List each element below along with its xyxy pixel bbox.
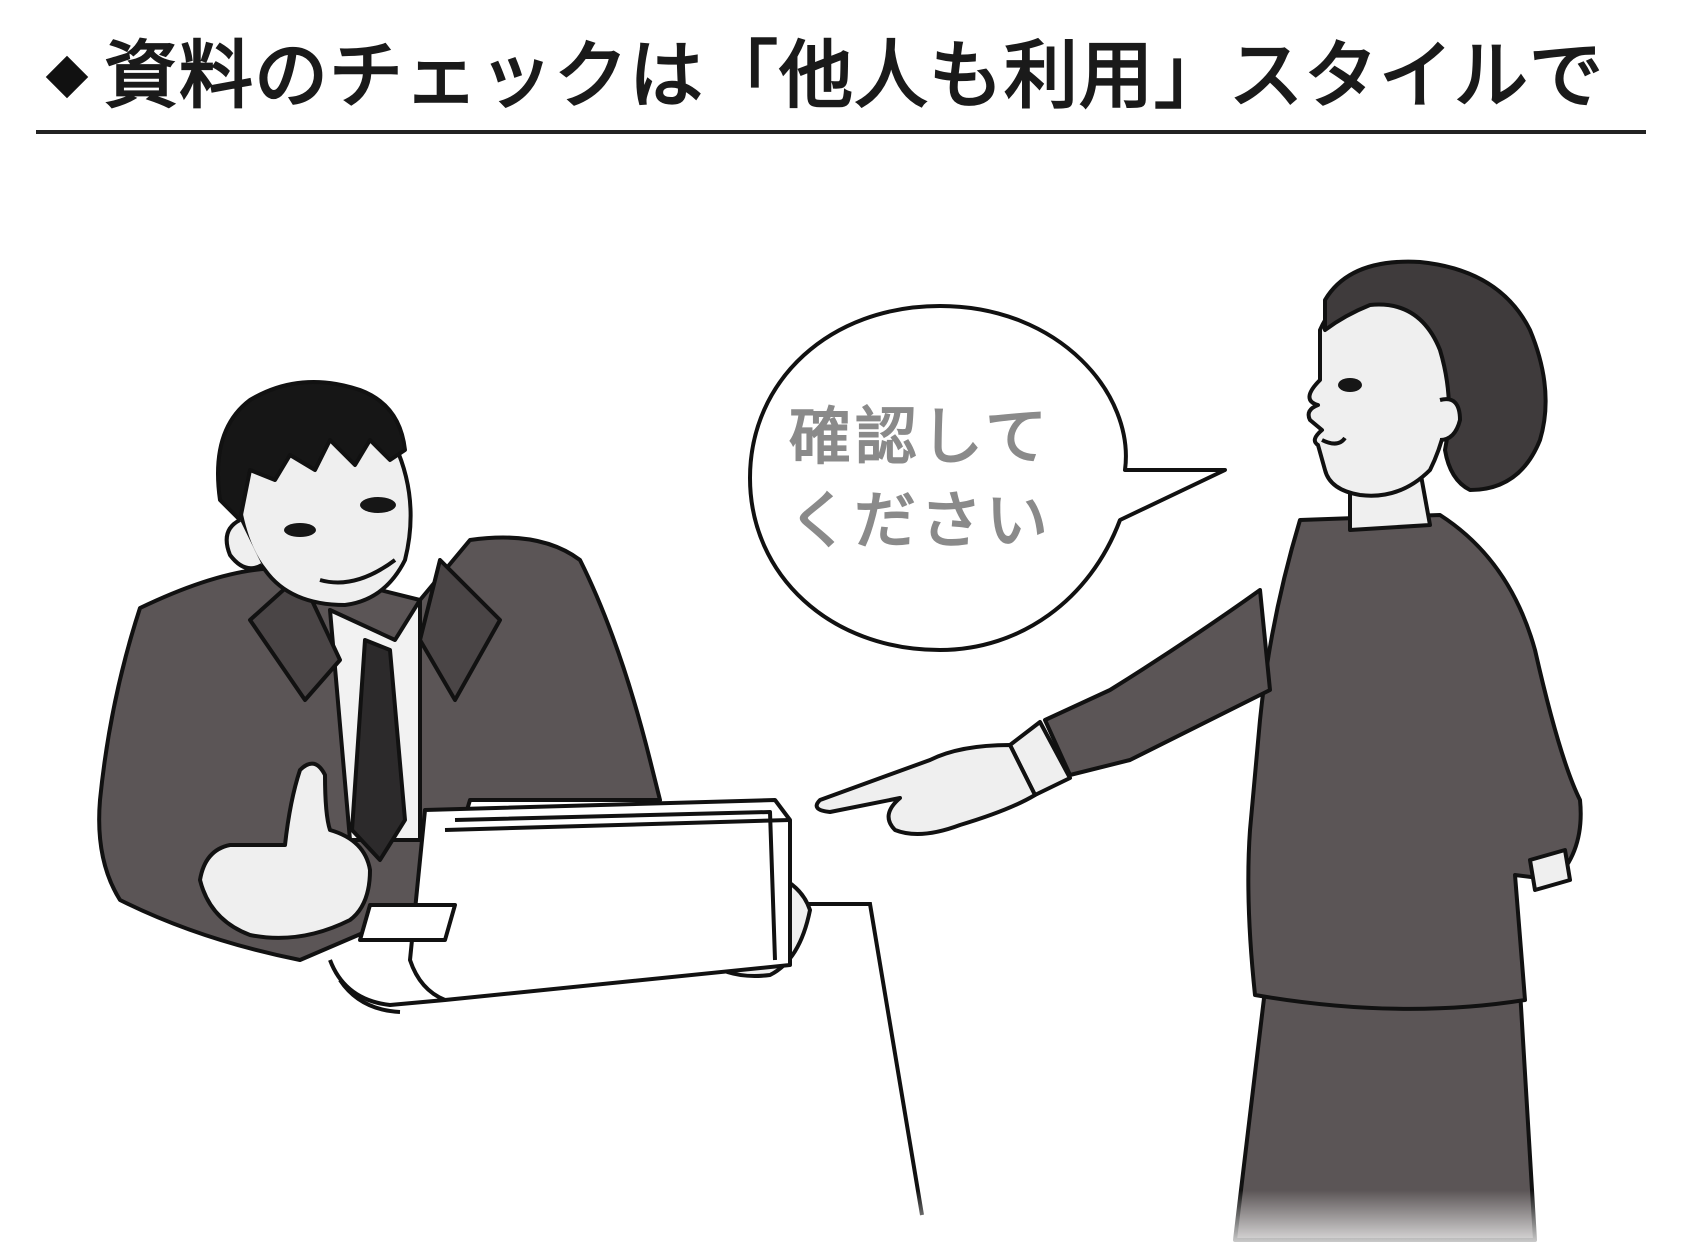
speech-line-2: ください: [787, 484, 1052, 557]
speech-bubble-text: 確認して ください: [750, 395, 1090, 563]
speech-line-1: 確認して: [788, 400, 1052, 473]
illustration: [0, 259, 1682, 1257]
